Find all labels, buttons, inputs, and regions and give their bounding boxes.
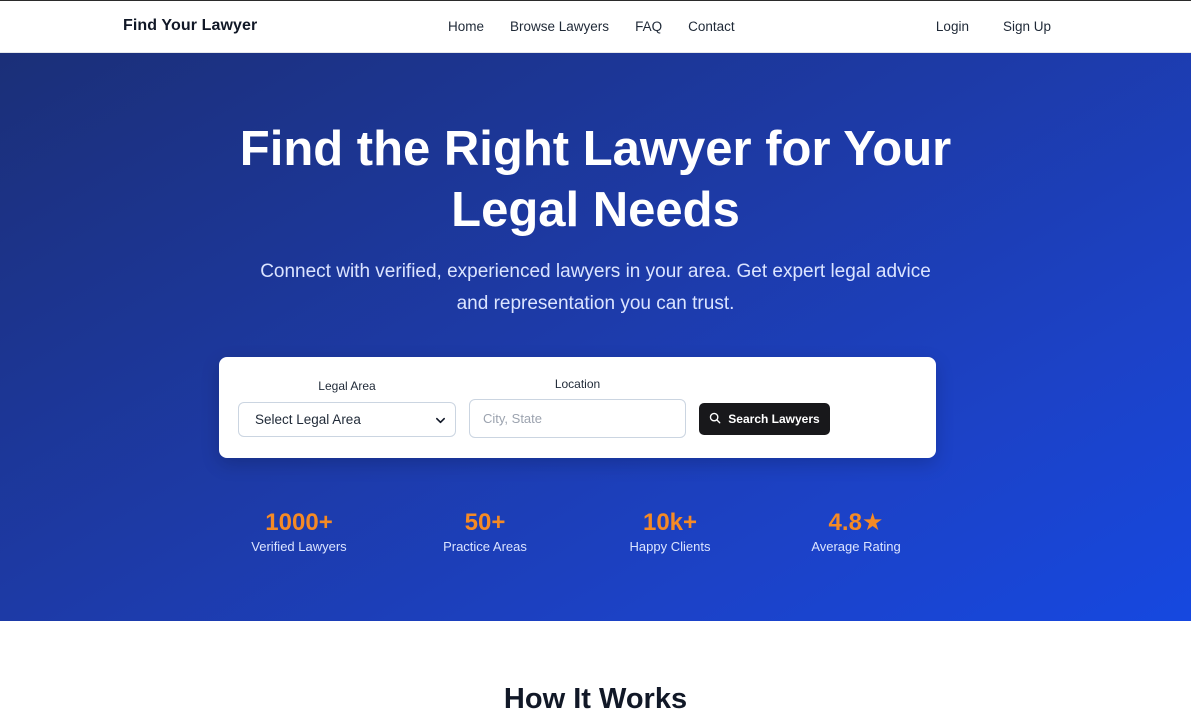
legal-area-label: Legal Area [318,379,376,393]
chevron-down-icon [435,414,446,429]
hero-subtitle: Connect with verified, experienced lawye… [260,261,931,314]
stat-label: Average Rating [811,539,901,554]
brand-logo[interactable]: Find Your Lawyer [123,17,257,35]
hero-title: Find the Right Lawyer for Your Legal Nee… [239,122,952,237]
stat-average-rating: 4.8★ Average Rating [776,508,936,555]
search-button-label: Search Lawyers [728,412,820,426]
location-label: Location [554,377,601,391]
nav-home-link[interactable]: Home [448,19,484,34]
stat-happy-clients: 10k+ Happy Clients [590,508,750,555]
search-lawyers-button[interactable]: Search Lawyers [699,403,830,435]
login-link[interactable]: Login [936,19,969,34]
how-it-works-title: How It Works [503,683,688,715]
legal-area-select[interactable]: Select Legal Area [238,402,456,437]
stat-value: 4.8★ [828,509,884,536]
stat-practice-areas: 50+ Practice Areas [405,508,565,555]
hero-section: Find the Right Lawyer for Your Legal Nee… [0,53,1191,621]
signup-link[interactable]: Sign Up [1003,19,1051,34]
auth-nav: Login Sign Up [936,19,1051,34]
nav-faq-link[interactable]: FAQ [635,19,662,34]
location-input[interactable] [469,399,686,438]
stat-value: 10k+ [642,509,698,536]
stat-label: Happy Clients [629,539,711,554]
stat-label: Verified Lawyers [251,539,347,554]
search-card: Legal Area Select Legal Area Location Se… [219,357,936,458]
stat-label: Practice Areas [443,539,527,554]
stat-value: 50+ [464,509,506,536]
nav-browse-lawyers-link[interactable]: Browse Lawyers [510,19,609,34]
search-icon [709,412,721,427]
stat-value: 1000+ [265,509,333,536]
legal-area-selected-value: Select Legal Area [255,412,361,427]
nav-contact-link[interactable]: Contact [688,19,735,34]
main-nav: Home Browse Lawyers FAQ Contact [448,19,735,34]
stat-verified-lawyers: 1000+ Verified Lawyers [219,508,379,555]
site-header: Find Your Lawyer Home Browse Lawyers FAQ… [0,1,1191,53]
